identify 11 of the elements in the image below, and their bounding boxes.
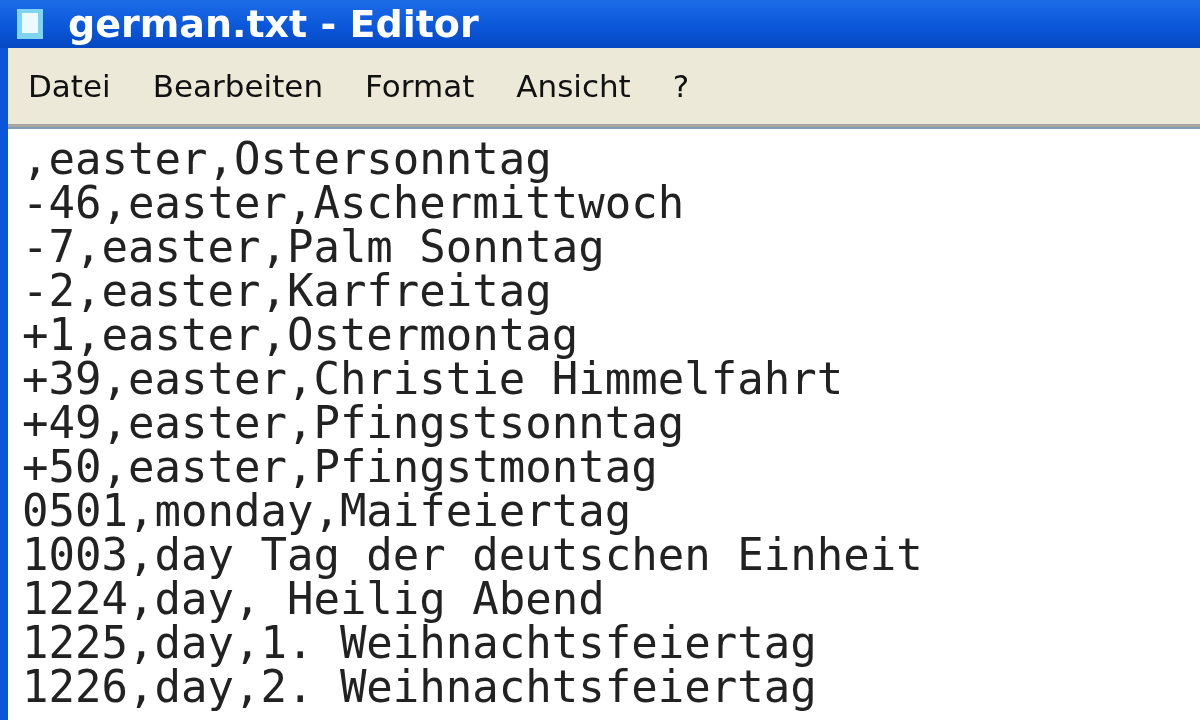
- menu-item[interactable]: ?: [672, 68, 690, 104]
- menu-item[interactable]: Bearbeiten: [152, 68, 324, 104]
- menu-item[interactable]: Datei: [28, 68, 111, 104]
- menu-item[interactable]: Ansicht: [516, 68, 631, 104]
- menu-item[interactable]: Format: [365, 68, 475, 104]
- text-line: -7,easter,Palm Sonntag: [22, 225, 605, 269]
- text-line: +49,easter,Pfingstsonntag: [22, 401, 686, 445]
- text-area[interactable]: [8, 127, 1200, 720]
- window-title: german.txt - Editor: [68, 2, 479, 46]
- text-line: -2,easter,Karfreitag: [22, 269, 552, 313]
- text-line: ,easter,Ostersonntag: [22, 137, 553, 181]
